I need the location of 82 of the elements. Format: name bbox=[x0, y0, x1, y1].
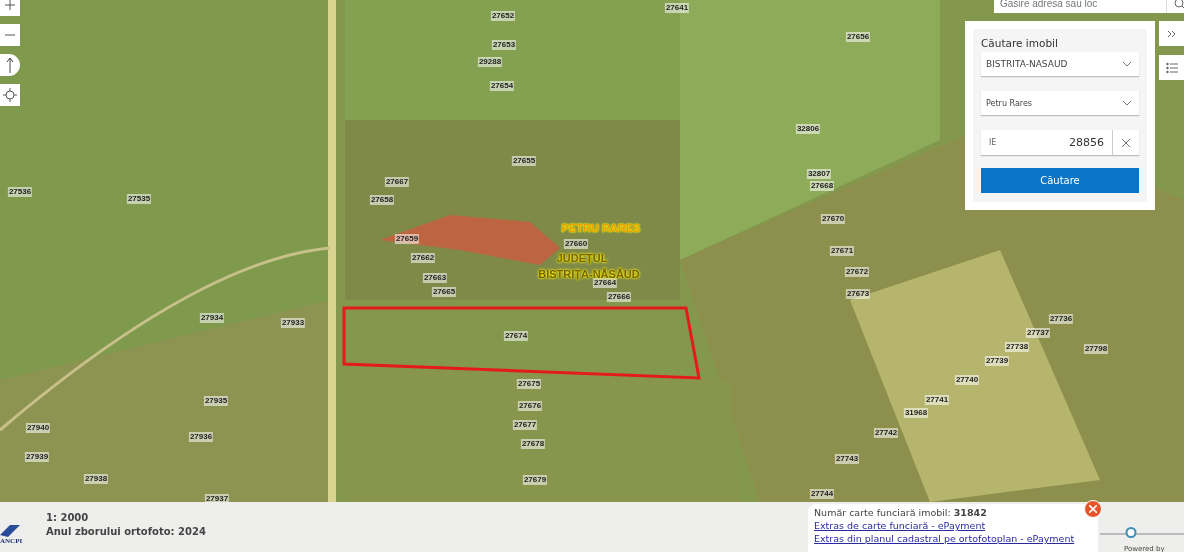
logo-icon bbox=[0, 523, 20, 537]
parcel-number: 27935 bbox=[203, 396, 229, 406]
parcel-number: 27667 bbox=[384, 177, 410, 187]
search-icon bbox=[1173, 0, 1184, 10]
parcel-number: 27670 bbox=[820, 214, 846, 224]
county-select[interactable]: BISTRITA-NASAUD bbox=[981, 52, 1139, 76]
parcel-number: 27741 bbox=[924, 395, 950, 405]
legend-button[interactable] bbox=[1159, 55, 1184, 80]
parcel-number: 27798 bbox=[1083, 344, 1109, 354]
close-icon bbox=[1122, 138, 1130, 147]
parcel-number: 27737 bbox=[1025, 328, 1051, 338]
close-icon bbox=[1089, 505, 1097, 513]
id-input-field[interactable]: IE 28856 bbox=[981, 130, 1113, 155]
land-book-number: Număr carte funciară imobil: 31842 bbox=[814, 507, 988, 518]
parcel-number: 27744 bbox=[809, 489, 835, 499]
zoom-out-button[interactable] bbox=[0, 24, 20, 46]
parcel-number: 27663 bbox=[422, 273, 448, 283]
parcel-number: 27656 bbox=[845, 32, 871, 42]
parcel-number: 27660 bbox=[563, 239, 589, 249]
parcel-number: 31968 bbox=[903, 408, 929, 418]
parcel-number: 27674 bbox=[503, 331, 529, 341]
parcel-number: 27675 bbox=[516, 379, 542, 389]
parcel-number: 27665 bbox=[431, 287, 457, 297]
locality-label: PETRU RARES bbox=[561, 221, 641, 235]
panel-title: Căutare imobil bbox=[981, 37, 1059, 49]
parcel-number: 27936 bbox=[188, 432, 214, 442]
search-button[interactable]: Căutare bbox=[981, 168, 1139, 193]
parcel-number: 27933 bbox=[280, 318, 306, 328]
parcel-number: 27934 bbox=[199, 313, 225, 323]
parcel-number: 27664 bbox=[592, 278, 618, 288]
locality-select[interactable]: Petru Rares bbox=[981, 91, 1139, 115]
address-search-field[interactable]: Găsire adresă sau loc bbox=[994, 0, 1166, 13]
parcel-number: 27655 bbox=[511, 156, 537, 166]
parcel-number: 27940 bbox=[25, 423, 51, 433]
parcel-number: 29288 bbox=[477, 57, 503, 67]
parcel-number: 32806 bbox=[795, 124, 821, 134]
parcel-number: 27738 bbox=[1004, 342, 1030, 352]
zoom-in-button[interactable] bbox=[0, 0, 20, 16]
epayment-link[interactable]: Extras de carte funciară - ePayment bbox=[814, 520, 1092, 531]
parcel-number: 27658 bbox=[369, 195, 395, 205]
parcel-number: 27742 bbox=[873, 428, 899, 438]
arrow-up-icon bbox=[6, 57, 14, 73]
parcel-number: 27652 bbox=[490, 11, 516, 21]
compass-button[interactable] bbox=[0, 54, 20, 76]
parcel-number: 27676 bbox=[517, 401, 543, 411]
parcel-number: 27740 bbox=[954, 375, 980, 385]
double-chevron-icon bbox=[1166, 29, 1177, 38]
slider-thumb[interactable] bbox=[1125, 527, 1137, 538]
parcel-number: 27535 bbox=[126, 194, 152, 204]
minus-icon bbox=[5, 34, 15, 36]
parcel-number: 27659 bbox=[394, 234, 420, 244]
locate-icon bbox=[3, 88, 17, 102]
parcel-number: 27739 bbox=[984, 356, 1010, 366]
scale-text: 1: 2000 bbox=[46, 511, 90, 523]
parcel-number: 27736 bbox=[1048, 314, 1074, 324]
county-label: JUDEȚUL bbox=[556, 251, 608, 265]
parcel-number: 27677 bbox=[512, 420, 538, 430]
plus-icon bbox=[5, 0, 15, 10]
county-label: BISTRIȚA-NĂSĂUD bbox=[538, 267, 640, 280]
parcel-number: 27938 bbox=[83, 474, 109, 484]
parcel-number: 27641 bbox=[664, 3, 690, 13]
parcel-number: 27939 bbox=[24, 452, 50, 462]
caret-icon bbox=[1123, 61, 1131, 67]
parcel-number: 27679 bbox=[522, 475, 548, 485]
parcel-number: 27743 bbox=[834, 454, 860, 464]
parcel-number: 27671 bbox=[829, 246, 855, 256]
locate-button[interactable] bbox=[0, 84, 20, 106]
clear-button[interactable] bbox=[1113, 130, 1139, 155]
parcel-number: 27654 bbox=[489, 81, 515, 91]
orthophoto-year: Anul zborului ortofoto: 2024 bbox=[46, 525, 206, 537]
parcel-number: 27672 bbox=[844, 267, 870, 277]
list-icon bbox=[1165, 61, 1178, 74]
epayment-link[interactable]: Extras din planul cadastral pe ortofotoplan - ePayment bbox=[814, 533, 1092, 544]
parcel-number: 32807 bbox=[806, 169, 832, 179]
parcel-number: 27662 bbox=[410, 253, 436, 263]
parcel-number: 27673 bbox=[845, 289, 871, 299]
parcel-number: 27653 bbox=[491, 40, 517, 50]
caret-icon bbox=[1123, 100, 1131, 106]
parcel-number: 27678 bbox=[520, 439, 546, 449]
parcel-number: 27536 bbox=[7, 187, 33, 197]
parcel-number: 27666 bbox=[606, 292, 632, 302]
parcel-number: 27668 bbox=[809, 181, 835, 191]
